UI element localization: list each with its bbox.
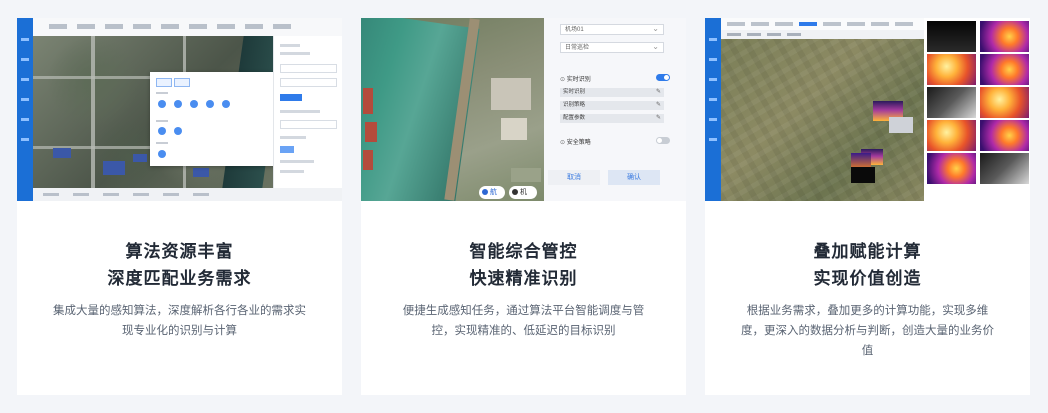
- farmland-map: [721, 39, 924, 201]
- device-select[interactable]: 机场01: [560, 23, 664, 35]
- edit-icon: ✎: [655, 102, 661, 108]
- feature-card-control: 航线路 机场 机场01 日常巡检 实时识别 实时识别✎ 识别策略✎ 配置参数✎ …: [361, 18, 686, 395]
- setting-row-1[interactable]: 实时识别 ✎: [560, 88, 664, 97]
- river-aerial-image: [361, 18, 544, 201]
- satellite-map: [33, 36, 284, 188]
- realtime-heading: 实时识别: [560, 74, 591, 83]
- realtime-toggle[interactable]: [656, 74, 670, 81]
- config-panel: [273, 36, 342, 188]
- route-chip[interactable]: 航线路: [479, 186, 505, 199]
- setting-row-3[interactable]: 配置参数 ✎: [560, 114, 664, 123]
- app-statusbar: [33, 188, 342, 201]
- edit-icon: ✎: [655, 115, 661, 121]
- cancel-button[interactable]: 取消: [548, 170, 600, 185]
- panel-toggle[interactable]: [280, 146, 294, 153]
- app-sidebar: [17, 18, 33, 201]
- feature-card-algorithm: 算法资源丰富 深度匹配业务需求 集成大量的感知算法，深度解析各行各业的需求实现专…: [17, 18, 342, 395]
- safety-toggle[interactable]: [656, 137, 670, 144]
- airport-chip[interactable]: 机场: [509, 186, 537, 199]
- card-description: 集成大量的感知算法，深度解析各行各业的需求实现专业化的识别与计算: [53, 305, 306, 337]
- control-screenshot: 航线路 机场 机场01 日常巡检 实时识别 实时识别✎ 识别策略✎ 配置参数✎ …: [361, 18, 686, 201]
- confirm-button[interactable]: 确认: [608, 170, 660, 185]
- app-toolbar: [33, 18, 342, 37]
- card-title-line2: 深度匹配业务需求: [107, 269, 252, 288]
- safety-heading: 安全策略: [560, 137, 591, 146]
- app-toolbar: [721, 30, 924, 39]
- mode-select[interactable]: 日常巡检: [560, 41, 664, 53]
- card-title-line2: 实现价值创造: [813, 269, 922, 288]
- card-title-line1: 叠加赋能计算: [813, 242, 922, 261]
- card-title-line1: 智能综合管控: [469, 242, 578, 261]
- card-description: 便捷生成感知任务，通过算法平台智能调度与管控，实现精准的、低延迟的目标识别: [402, 305, 645, 337]
- setting-row-2[interactable]: 识别策略 ✎: [560, 101, 664, 110]
- feature-card-compute: 叠加赋能计算 实现价值创造 根据业务需求，叠加更多的计算功能，实现多维度，更深入…: [705, 18, 1030, 395]
- card-description: 根据业务需求，叠加更多的计算功能，实现多维度，更深入的数据分析与判断，创造大量的…: [741, 305, 994, 357]
- algorithm-picker-popup[interactable]: [150, 72, 280, 166]
- card-title-line2: 快速精准识别: [469, 269, 578, 288]
- algorithm-screenshot: [17, 18, 342, 201]
- task-settings-panel: 机场01 日常巡检 实时识别 实时识别✎ 识别策略✎ 配置参数✎ 安全策略 取消…: [544, 18, 686, 201]
- thermal-image-grid: [927, 21, 1030, 201]
- edit-icon: ✎: [655, 89, 661, 95]
- compute-screenshot: [705, 18, 1030, 201]
- app-sidebar: [705, 18, 721, 201]
- panel-button[interactable]: [280, 94, 302, 101]
- thermal-app: [705, 18, 924, 201]
- card-title-line1: 算法资源丰富: [125, 242, 234, 261]
